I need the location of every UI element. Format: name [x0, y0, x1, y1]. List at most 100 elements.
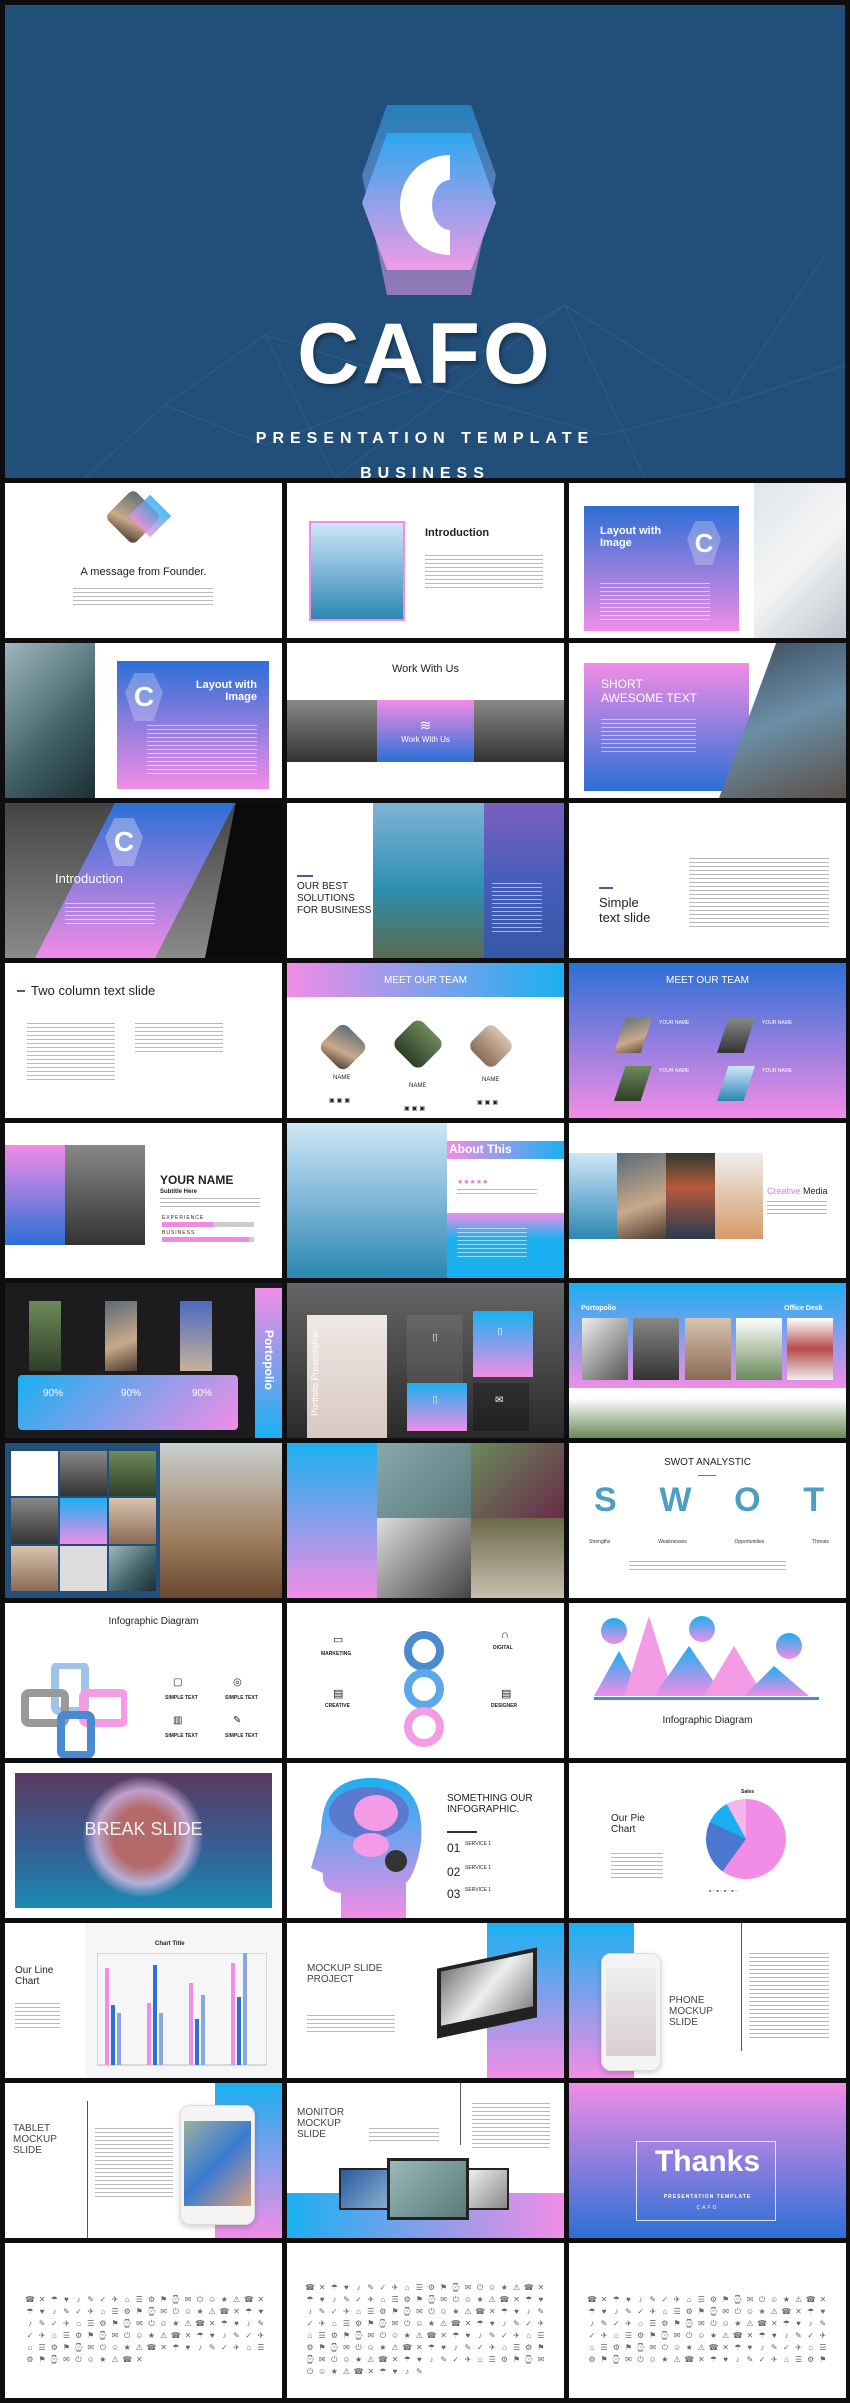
slide-mockup-project[interactable]: MOCKUP SLIDE PROJECT — [287, 1923, 564, 2078]
icon-glyph: ♥ — [723, 2355, 728, 2364]
icon-glyph: ⏻ — [306, 2367, 314, 2376]
slide-thanks[interactable]: Thanks PRESENTATION TEMPLATE CAFO — [569, 2083, 846, 2238]
icon-glyph: ✎ — [318, 2307, 326, 2316]
icon-glyph: ✈ — [795, 2343, 802, 2352]
slide-short-awesome-text[interactable]: SHORT AWESOME TEXT — [569, 643, 846, 798]
linechart-title: Our Line Chart — [15, 1965, 54, 1987]
icon-glyph: ♥ — [489, 2319, 495, 2328]
message-card — [473, 1383, 529, 1431]
member-name: NAME — [409, 1083, 427, 1089]
slide-creative-media[interactable]: Creative Media — [569, 1123, 846, 1278]
item-label: CREATIVE — [325, 1703, 350, 1709]
slide-tablet-mockup[interactable]: TABLET MOCKUP SLIDE — [5, 2083, 282, 2238]
slide-icons-3[interactable]: ☎ ✕ ☂ ♥ ♪ ✎ ✓ ✈ ⌂ ☰ ⚙ ⚑ ⌚ ✉ ⏻ ☺ ★ ⚠ ☎ ✕ ☂ ♥ ♪ ✎ ✓ ✈ ⌂ ☰ ⚙ ⚑ ⌚ ✉ ⏻ ☺ ★ ⚠ ☎ ✕ ☂ ♥… — [569, 2243, 846, 2398]
slide-work-with-us[interactable]: Work With Us ≋ Work With Us — [287, 643, 564, 798]
slide-brain-infographic[interactable]: SOMETHING OUR INFOGRAPHIC. 01 SERVICE 1 … — [287, 1763, 564, 1918]
icon-glyph: ⌂ — [613, 2331, 619, 2340]
slide-portopolio[interactable]: 90% 90% 90% Portopolio — [5, 1283, 282, 1438]
target-icon: ◎ — [233, 1677, 242, 1688]
slide-simple-text[interactable]: Simple text slide — [569, 803, 846, 958]
slide-phone-mockup[interactable]: PHONE MOCKUP SLIDE — [569, 1923, 846, 2078]
icon-glyph: ✓ — [355, 2295, 362, 2304]
monitor-title: MONITOR MOCKUP SLIDE — [297, 2107, 345, 2140]
slide-monitor-mockup[interactable]: MONITOR MOCKUP SLIDE — [287, 2083, 564, 2238]
slide-swot[interactable]: SWOT ANALYSTIC S W O T Strengths Weaknesses O… — [569, 1443, 846, 1598]
icon-glyph: ✕ — [391, 2355, 399, 2364]
slide-our-portfolio[interactable] — [287, 1443, 564, 1598]
pie-chart — [706, 1799, 786, 1879]
monitor-side-text — [472, 2103, 550, 2148]
icon-glyph: ☰ — [488, 2355, 496, 2364]
cover-tagline: BUSINESS — [360, 465, 490, 478]
slide-line-chart[interactable]: Our Line Chart Chart Title — [5, 1923, 282, 2078]
icon-glyph: ♪ — [405, 2367, 410, 2376]
icon-glyph: ⚑ — [38, 2355, 46, 2364]
simple-title: Simple text slide — [599, 895, 651, 925]
icon-glyph: ✎ — [440, 2355, 447, 2364]
icon-glyph: ✕ — [795, 2307, 802, 2316]
slide-infographic-mountains[interactable]: Infographic Diagram — [569, 1603, 846, 1758]
icon-glyph: ✈ — [233, 2343, 240, 2352]
slide-introduction-2[interactable]: C Introduction — [5, 803, 282, 958]
slide-portfolio-presentation[interactable]: Portfolio Presentation ⌷ ⌷ ⌷ ✉ — [287, 1283, 564, 1438]
office-left-title: Portopolio — [581, 1305, 616, 1312]
best-overlay-panel — [484, 803, 564, 958]
bookmark-icon: ⌷ — [432, 1333, 438, 1344]
social-icons[interactable]: ▣▣▣ — [477, 1099, 500, 1106]
slide-founder[interactable]: A message from Founder. — [5, 483, 282, 638]
icon-glyph: ♪ — [429, 2355, 434, 2364]
slide-introduction[interactable]: Introduction — [287, 483, 564, 638]
icon-glyph: ✓ — [807, 2331, 815, 2340]
slide-infographic-diagram[interactable]: Infographic Diagram ▢ ◎ ▥ ✎ SIMPLE TEXT … — [5, 1603, 282, 1758]
social-icons[interactable]: ▣▣▣ — [404, 1105, 427, 1112]
slide-your-name[interactable]: YOUR NAME Subtitle Here EXPERIENCE BUSIN… — [5, 1123, 282, 1278]
icon-glyph: ☂ — [379, 2367, 387, 2376]
icon-glyph: ★ — [172, 2319, 180, 2328]
icon-glyph: ✈ — [600, 2331, 608, 2340]
icon-glyph: ♥ — [344, 2283, 349, 2292]
icon-glyph: ⌚ — [146, 2307, 157, 2316]
icon-glyph: ⏻ — [637, 2355, 644, 2364]
service-card — [473, 1311, 533, 1377]
icon-glyph: ☎ — [805, 2295, 816, 2304]
icon-glyph: ✓ — [99, 2295, 107, 2304]
social-icons[interactable]: ▣▣▣ — [329, 1097, 352, 1104]
icon-glyph: ⚑ — [722, 2295, 730, 2304]
icon-glyph: ★ — [196, 2307, 204, 2316]
icon-glyph: ★ — [709, 2331, 718, 2340]
jellyfish-photo — [309, 521, 405, 621]
slide-two-column-text[interactable]: Two column text slide — [5, 963, 282, 1118]
slide-meet-our-team[interactable]: MEET OUR TEAM NAME NAME NAME ▣▣▣ ▣▣▣ ▣▣▣ — [287, 963, 564, 1118]
icon-glyph: ✕ — [464, 2319, 472, 2328]
icon-glyph: ✎ — [488, 2331, 496, 2340]
icon-glyph: ✎ — [257, 2319, 265, 2328]
slide-infographic-888[interactable]: ▭ ∩ ▤ ▤ MARKETING DIGITAL CREATIVE DESIG… — [287, 1603, 564, 1758]
cover-slide: CAFO PRESENTATION TEMPLATE BUSINESS — [5, 5, 845, 478]
icon-glyph: ⚙ — [427, 2283, 436, 2292]
creative-word: Creative — [767, 1186, 801, 1196]
slide-pie-chart[interactable]: Our Pie Chart Sales ■ ─ ■ ─ ■ ─ ■ ─ — [569, 1763, 846, 1918]
slide-icons-1[interactable]: ☎ ✕ ☂ ♥ ♪ ✎ ✓ ✈ ⌂ ☰ ⚙ ⚑ ⌚ ✉ ⏻ ☺ ★ ⚠ ☎ ✕ ☂ ♥ ♪ ✎ ✓ ✈ ⌂ ☰ ⚙ ⚑ ⌚ ✉ ⏻ ☺ ★ ⚠ ☎ ✕ ☂ ♥… — [5, 2243, 282, 2398]
collage-grid — [11, 1451, 156, 1591]
icon-glyph: ☎ — [757, 2319, 768, 2328]
icon-glyph: ✈ — [673, 2295, 681, 2304]
icon-glyph: ☂ — [734, 2343, 742, 2352]
icon-glyph: ⚑ — [160, 2295, 168, 2304]
sunset-mountain-photo — [474, 700, 564, 762]
icon-glyph: ⚑ — [537, 2343, 545, 2352]
icon-glyph: ✉ — [343, 2343, 350, 2352]
slide-office-desk[interactable]: Portopolio Office Desk — [569, 1283, 846, 1438]
icon-glyph: ⚑ — [697, 2307, 705, 2316]
icon-glyph: ☎ — [146, 2343, 157, 2352]
slide-our-best-solutions[interactable]: OUR BEST SOLUTIONS FOR BUSINESS — [287, 803, 564, 958]
street-photo — [377, 1518, 471, 1598]
slide-layout-with-image-2[interactable]: C Layout with Image — [5, 643, 282, 798]
slide-collage[interactable] — [5, 1443, 282, 1598]
slide-icons-2[interactable]: ☎ ✕ ☂ ♥ ♪ ✎ ✓ ✈ ⌂ ☰ ⚙ ⚑ ⌚ ✉ ⏻ ☺ ★ ⚠ ☎ ✕ ☂ ♥ ♪ ✎ ✓ ✈ ⌂ ☰ ⚙ ⚑ ⌚ ✉ ⏻ ☺ ★ ⚠ ☎ ✕ ☂ ♥… — [287, 2243, 564, 2398]
slide-layout-with-image[interactable]: Layout with Image C — [569, 483, 846, 638]
slide-about-this[interactable]: About This ★★★★★ — [287, 1123, 564, 1278]
icon-glyph: ✈ — [391, 2283, 399, 2292]
slide-meet-our-team-2[interactable]: MEET OUR TEAM YOUR NAME YOUR NAME YOUR N… — [569, 963, 846, 1118]
icon-glyph: ★ — [220, 2295, 228, 2304]
slide-break[interactable]: BREAK SLIDE — [5, 1763, 282, 1918]
